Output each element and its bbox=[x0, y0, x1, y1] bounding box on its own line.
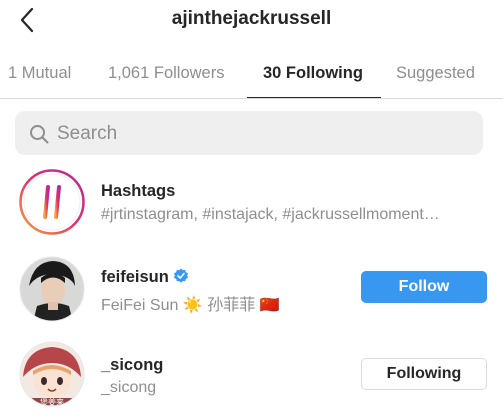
header-bar: ajinthejackrussell bbox=[0, 0, 503, 40]
hashtags-label: Hashtags bbox=[101, 182, 176, 200]
list-item-feifeisun[interactable]: feifeisun FeiFei Sun ☀️ 孙菲菲 🇨🇳 Follow bbox=[0, 256, 503, 328]
verified-badge-icon bbox=[174, 268, 189, 283]
active-tab-indicator bbox=[247, 97, 381, 98]
avatar-feifeisun-image bbox=[19, 256, 85, 322]
follow-button[interactable]: Follow bbox=[361, 271, 487, 303]
tab-following[interactable]: 30 Following bbox=[263, 64, 363, 83]
full-name: _sicong bbox=[101, 379, 157, 396]
list-item-hashtags[interactable]: Hashtags #jrtinstagram, #instajack, #jac… bbox=[0, 169, 503, 241]
avatar[interactable] bbox=[19, 256, 85, 322]
tab-bar: 1 Mutual 1,061 Followers 30 Following Su… bbox=[0, 50, 503, 99]
username: _sicong bbox=[101, 356, 164, 374]
username-text: feifeisun bbox=[101, 268, 169, 286]
hashtag-icon bbox=[19, 169, 85, 235]
page-title: ajinthejackrussell bbox=[171, 8, 332, 29]
avatar[interactable]: 煲姜来 bbox=[19, 341, 85, 407]
search-bar[interactable] bbox=[15, 111, 483, 157]
username: feifeisun bbox=[101, 268, 189, 287]
full-name: FeiFei Sun ☀️ 孙菲菲 🇨🇳 bbox=[101, 291, 351, 315]
tab-followers[interactable]: 1,061 Followers bbox=[108, 64, 224, 83]
full-name-text: FeiFei Sun bbox=[101, 297, 179, 314]
full-name-suffix: ☀️ 孙菲菲 🇨🇳 bbox=[182, 297, 280, 314]
search-icon bbox=[30, 125, 49, 144]
hashtags-list: #jrtinstagram, #instajack, #jackrussellm… bbox=[101, 206, 440, 223]
tab-mutual[interactable]: 1 Mutual bbox=[8, 64, 71, 83]
following-button[interactable]: Following bbox=[361, 358, 487, 390]
tab-suggested[interactable]: Suggested bbox=[396, 64, 475, 83]
hashtag-avatar bbox=[19, 169, 85, 235]
search-input[interactable] bbox=[55, 111, 479, 157]
avatar-sicong-image: 煲姜来 bbox=[19, 341, 85, 407]
list-item-sicong[interactable]: 煲姜来 _sicong _sicong Following bbox=[0, 341, 503, 413]
